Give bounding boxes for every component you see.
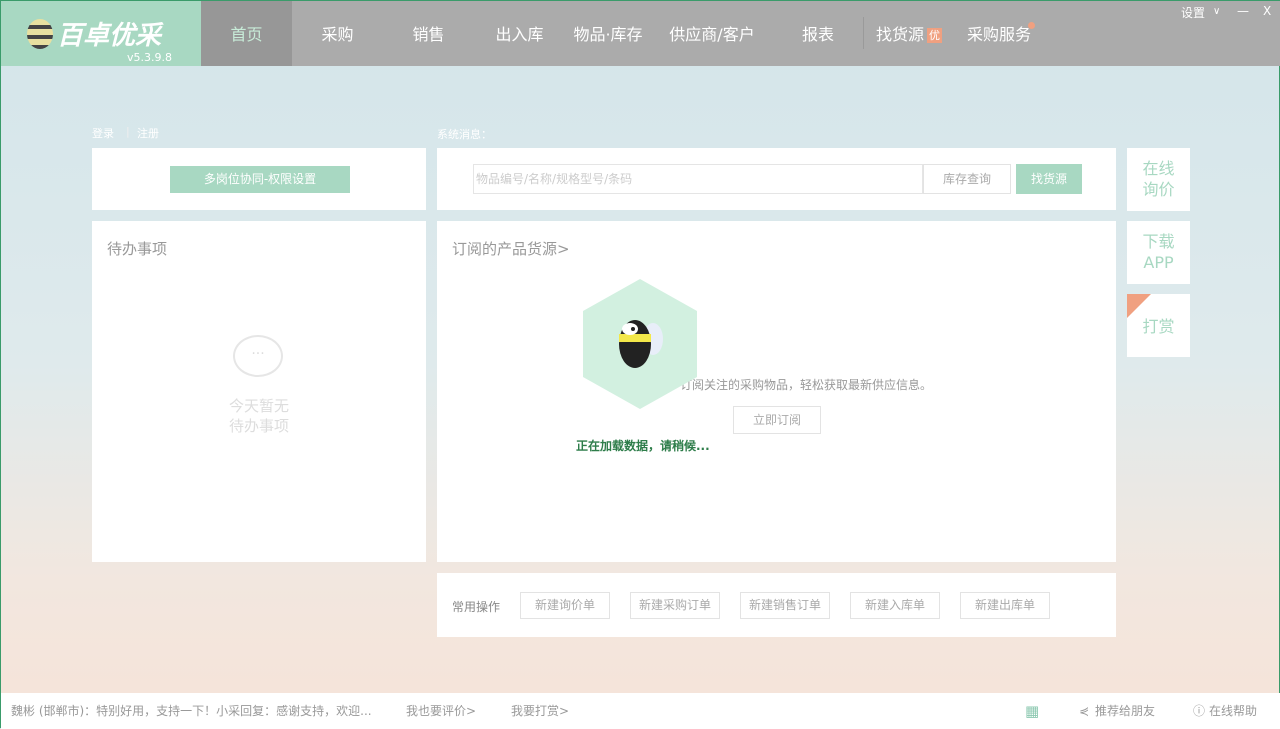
nav-reports[interactable]: 报表 [773,1,863,66]
chevron-down-icon[interactable]: ∨ [1213,6,1220,17]
premium-badge: 优 [927,28,942,43]
chat-bubble-icon: ··· [233,335,283,377]
user-review-text: 魏彬 (邯郸市)：特别好用，支持一下！小采回复：感谢支持，欢迎... [11,704,372,718]
quick-actions-panel: 常用操作 新建询价单 新建采购订单 新建销售订单 新建入库单 新建出库单 [437,573,1116,637]
side-label: 询价 [1142,180,1175,199]
nav-suppliers[interactable]: 供应商/客户 [651,1,773,66]
calculator-icon[interactable]: ▦ [1025,693,1039,729]
bee-logo-icon [27,19,53,49]
nav-find-source[interactable]: 找货源优 [867,1,951,66]
nav-sales[interactable]: 销售 [383,1,474,66]
stock-query-button[interactable]: 库存查询 [923,164,1011,194]
subscribe-button[interactable]: 立即订阅 [733,406,821,434]
app-name: 百卓优采 [57,21,162,51]
subscription-title[interactable]: 订阅的产品货源> [452,238,570,259]
side-label: 在线 [1142,159,1175,178]
loading-text: 正在加载数据，请稍候... [576,439,710,453]
recommend-link[interactable]: 推荐给朋友 [1095,693,1155,729]
register-link[interactable]: 注册 [137,125,159,141]
share-icon: ⋞ [1079,704,1090,718]
quick-actions-label: 常用操作 [452,600,501,614]
bee-loading-icon [583,279,697,409]
nav-purchase-service[interactable]: 采购服务 [959,1,1039,66]
minimize-button[interactable]: — [1237,4,1249,18]
side-label: 打赏 [1142,317,1175,336]
nav-label: 找货源 [875,25,924,44]
online-inquiry-button[interactable]: 在线 询价 [1127,148,1190,211]
new-sales-order-button[interactable]: 新建销售订单 [740,592,830,619]
footer-bar: 魏彬 (邯郸市)：特别好用，支持一下！小采回复：感谢支持，欢迎... 我也要评价… [1,693,1280,729]
nav-purchase[interactable]: 采购 [292,1,383,66]
auth-divider: | [126,125,130,138]
tip-link[interactable]: 我要打赏> [511,693,569,729]
close-button[interactable]: X [1263,4,1271,18]
nav-home[interactable]: 首页 [201,1,292,66]
online-help-link[interactable]: 在线帮助 [1209,693,1257,729]
new-purchase-order-button[interactable]: 新建采购订单 [630,592,720,619]
todo-title: 待办事项 [107,240,168,258]
todo-panel: 待办事项 ··· 今天暂无 待办事项 [92,221,426,562]
nav-divider [863,17,864,49]
new-inbound-button[interactable]: 新建入库单 [850,592,940,619]
permissions-button[interactable]: 多岗位协同-权限设置 [170,166,350,193]
search-panel: 物品编号/名称/规格型号/条码 库存查询 找货源 [437,148,1116,210]
subscription-panel: 订阅的产品货源> 订阅关注的采购物品，轻松获取最新供应信息。 立即订阅 [437,221,1116,562]
nav-inventory[interactable]: 物品·库存 [565,1,651,66]
nav-inout[interactable]: 出入库 [474,1,565,66]
loading-hexagon [583,279,697,409]
app-logo: 百卓优采 v5.3.9.8 [1,1,201,66]
rate-link[interactable]: 我也要评价> [406,693,476,729]
new-inquiry-button[interactable]: 新建询价单 [520,592,610,619]
top-nav-bar: 百卓优采 v5.3.9.8 首页 采购 销售 出入库 物品·库存 供应商/客户 … [1,1,1280,66]
subscription-description: 订阅关注的采购物品，轻松获取最新供应信息。 [680,378,933,392]
thumbs-up-icon [1127,294,1151,318]
system-message-label: 系统消息： [437,128,492,141]
side-label: 下载 [1142,232,1175,251]
empty-line: 今天暂无 [228,397,289,415]
item-search-input[interactable]: 物品编号/名称/规格型号/条码 [473,164,923,194]
download-app-button[interactable]: 下载 APP [1127,221,1190,284]
account-panel: 多岗位协同-权限设置 [92,148,426,210]
notification-dot [1028,22,1035,29]
settings-menu[interactable]: 设置 [1181,4,1205,21]
todo-empty-text: 今天暂无 待办事项 [92,396,426,436]
app-version: v5.3.9.8 [127,51,172,64]
new-outbound-button[interactable]: 新建出库单 [960,592,1050,619]
find-source-button[interactable]: 找货源 [1016,164,1082,194]
empty-line: 待办事项 [228,417,289,435]
reward-button[interactable]: 打赏 [1127,294,1190,357]
login-link[interactable]: 登录 [92,125,114,141]
help-icon: ⓘ [1193,704,1206,718]
side-label: APP [1143,253,1174,272]
